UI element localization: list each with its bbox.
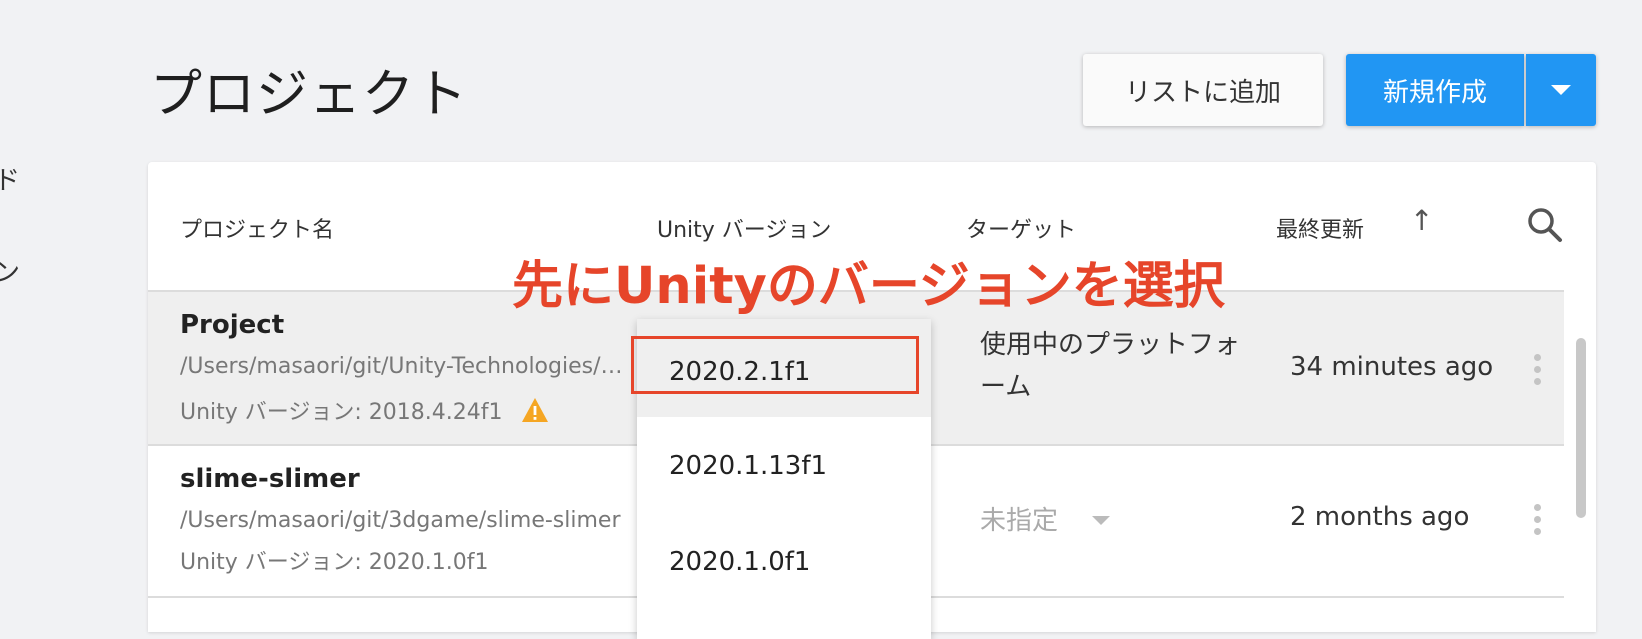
target-platform-select[interactable]: 未指定 [980, 500, 1111, 537]
version-option[interactable]: 2020.1.0f1 [637, 513, 931, 609]
project-path: /Users/masaori/git/Unity-Technologies/… [180, 354, 623, 379]
target-platform-value: 未指定 [980, 506, 1059, 536]
new-project-button[interactable]: 新規作成 [1346, 54, 1524, 126]
column-header-project-name[interactable]: プロジェクト名 [180, 212, 334, 244]
column-header-target[interactable]: ターゲット [966, 212, 1076, 244]
version-option-label: 2020.1.0f1 [669, 547, 811, 577]
more-vert-icon[interactable] [1534, 354, 1542, 390]
sidebar-fragment-2: ン [0, 258, 21, 288]
page-title: プロジェクト [150, 65, 469, 125]
project-name: Project [180, 310, 285, 340]
chevron-down-icon [1551, 85, 1571, 95]
column-header-last-modified[interactable]: 最終更新 [1276, 212, 1364, 244]
chevron-down-icon [1092, 516, 1111, 525]
last-modified: 2 months ago [1290, 502, 1470, 532]
target-platform[interactable]: 使用中のプラットフォーム [980, 324, 1260, 408]
project-path: /Users/masaori/git/3dgame/slime-slimer [180, 508, 621, 533]
project-version: Unity バージョン: 2018.4.24f1 [180, 394, 549, 429]
sort-arrow-up-icon[interactable]: ↑ [1410, 204, 1433, 237]
more-vert-icon[interactable] [1534, 504, 1542, 540]
column-header-unity-version[interactable]: Unity バージョン [657, 212, 831, 244]
search-icon[interactable] [1526, 206, 1564, 248]
warning-icon [521, 397, 549, 429]
new-project-menu-button[interactable] [1526, 54, 1596, 126]
project-version-text: Unity バージョン: 2018.4.24f1 [180, 400, 503, 425]
scrollbar[interactable] [1576, 338, 1586, 518]
version-option[interactable]: 2020.1.13f1 [637, 417, 931, 513]
add-to-list-button[interactable]: リストに追加 [1083, 54, 1323, 126]
project-version: Unity バージョン: 2020.1.0f1 [180, 550, 489, 575]
highlight-box [631, 336, 919, 394]
version-option-label: 2020.1.13f1 [669, 451, 828, 481]
sidebar-fragment-1: ド [0, 166, 21, 196]
annotation-callout: 先にUnityのバージョンを選択 [512, 257, 1225, 316]
last-modified: 34 minutes ago [1290, 352, 1494, 382]
project-name: slime-slimer [180, 464, 360, 494]
